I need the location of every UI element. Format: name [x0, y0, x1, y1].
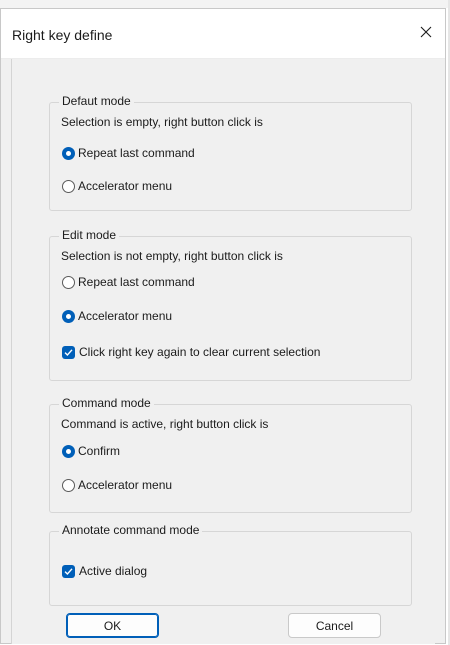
default-mode-group: Defaut mode Selection is empty, right bu…: [49, 94, 412, 211]
checkbox-label: Click right key again to clear current s…: [79, 345, 321, 359]
annotate-command-mode-group: Annotate command mode Active dialog: [49, 523, 412, 606]
background-window-strip: [0, 0, 450, 8]
close-button[interactable]: [407, 9, 445, 55]
radio-unselected-icon: [62, 275, 75, 289]
radio-label: Accelerator menu: [78, 179, 173, 193]
close-icon: [420, 26, 432, 38]
command-mode-group-title: Command mode: [59, 396, 154, 410]
edit-mode-group-title: Edit mode: [59, 228, 120, 242]
radio-label: Accelerator menu: [78, 478, 173, 492]
default-mode-repeat-last-command-radio[interactable]: Repeat last command: [62, 146, 195, 160]
edit-mode-group: Edit mode Selection is not empty, right …: [49, 228, 412, 381]
radio-label: Repeat last command: [78, 146, 195, 160]
command-mode-description: Command is active, right button click is: [61, 417, 269, 431]
annotate-mode-group-title: Annotate command mode: [59, 523, 203, 537]
command-mode-confirm-radio[interactable]: Confirm: [62, 444, 120, 458]
checkmark-icon: [62, 564, 75, 578]
dialog-titlebar: Right key define: [1, 9, 445, 59]
command-mode-accelerator-menu-radio[interactable]: Accelerator menu: [62, 478, 172, 492]
edit-mode-repeat-last-command-radio[interactable]: Repeat last command: [62, 275, 195, 289]
radio-label: Repeat last command: [78, 275, 195, 289]
radio-unselected-icon: [62, 478, 75, 492]
edit-mode-description: Selection is not empty, right button cli…: [61, 249, 283, 263]
checkbox-label: Active dialog: [79, 564, 148, 578]
right-key-define-dialog: Right key define Defaut mode Selection i…: [0, 8, 446, 644]
dialog-client-area: Defaut mode Selection is empty, right bu…: [11, 59, 435, 644]
ok-button[interactable]: OK: [66, 613, 159, 638]
radio-selected-icon: [62, 309, 75, 323]
radio-unselected-icon: [62, 179, 75, 193]
edit-mode-accelerator-menu-radio[interactable]: Accelerator menu: [62, 309, 172, 323]
active-dialog-checkbox[interactable]: Active dialog: [62, 564, 147, 578]
clear-selection-checkbox[interactable]: Click right key again to clear current s…: [62, 345, 320, 359]
radio-label: Accelerator menu: [78, 309, 173, 323]
default-mode-group-title: Defaut mode: [59, 94, 134, 108]
default-mode-description: Selection is empty, right button click i…: [61, 115, 263, 129]
checkmark-icon: [62, 345, 75, 359]
default-mode-accelerator-menu-radio[interactable]: Accelerator menu: [62, 179, 172, 193]
radio-selected-icon: [62, 146, 75, 160]
radio-label: Confirm: [78, 444, 121, 458]
radio-selected-icon: [62, 444, 75, 458]
screen: Right key define Defaut mode Selection i…: [0, 0, 450, 645]
cancel-button[interactable]: Cancel: [288, 613, 381, 638]
command-mode-group: Command mode Command is active, right bu…: [49, 396, 412, 513]
dialog-title: Right key define: [12, 27, 113, 43]
